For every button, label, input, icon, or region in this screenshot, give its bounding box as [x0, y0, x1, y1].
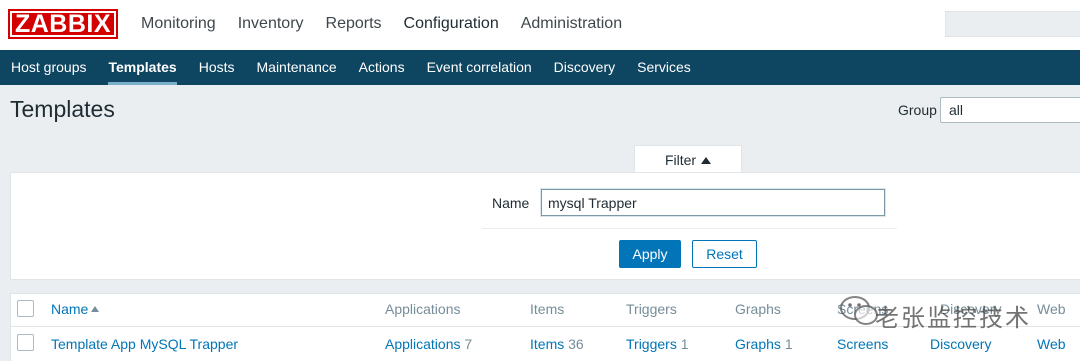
items-count: 36: [568, 336, 584, 352]
discovery-link[interactable]: Discovery: [930, 336, 991, 352]
subnav-discovery[interactable]: Discovery: [543, 50, 626, 85]
filter-tab[interactable]: Filter: [634, 145, 742, 174]
global-search-input[interactable]: [945, 11, 1080, 37]
menu-configuration[interactable]: Configuration: [392, 0, 510, 50]
select-all-checkbox[interactable]: [17, 300, 34, 317]
menu-administration[interactable]: Administration: [510, 0, 633, 50]
column-header-name[interactable]: Name: [51, 301, 100, 317]
page-title: Templates: [10, 96, 115, 122]
graphs-count: 1: [784, 336, 793, 352]
items-cell: Items 36: [530, 336, 584, 352]
graphs-cell: Graphs 1: [735, 336, 793, 352]
filter-divider: [482, 228, 897, 229]
main-menu: Monitoring Inventory Reports Configurati…: [130, 0, 633, 50]
top-header: ZABBIX Monitoring Inventory Reports Conf…: [0, 0, 1080, 50]
sub-navigation: Host groups Templates Hosts Maintenance …: [0, 50, 1080, 85]
collapse-arrow-icon: [701, 156, 712, 164]
menu-reports[interactable]: Reports: [315, 0, 393, 50]
items-link[interactable]: Items: [530, 336, 564, 352]
subnav-event-correlation[interactable]: Event correlation: [416, 50, 543, 85]
column-name-label: Name: [51, 301, 89, 317]
applications-count: 7: [464, 336, 473, 352]
subnav-hosts[interactable]: Hosts: [188, 50, 246, 85]
applications-cell: Applications 7: [385, 336, 472, 352]
column-header-web: Web: [1037, 301, 1066, 317]
filter-name-input[interactable]: [541, 189, 885, 216]
graphs-link[interactable]: Graphs: [735, 336, 781, 352]
triggers-cell: Triggers 1: [626, 336, 689, 352]
subnav-templates[interactable]: Templates: [97, 50, 187, 85]
column-header-items: Items: [530, 301, 565, 317]
reset-button[interactable]: Reset: [692, 240, 757, 268]
triggers-count: 1: [680, 336, 689, 352]
screens-link[interactable]: Screens: [837, 336, 888, 352]
sort-ascending-icon: [91, 306, 100, 312]
template-name-link[interactable]: Template App MySQL Trapper: [51, 336, 238, 352]
row-checkbox[interactable]: [17, 334, 34, 351]
filter-name-label: Name: [492, 195, 530, 211]
web-link[interactable]: Web: [1037, 336, 1066, 352]
apply-button[interactable]: Apply: [619, 240, 681, 268]
subnav-actions[interactable]: Actions: [348, 50, 416, 85]
menu-monitoring[interactable]: Monitoring: [130, 0, 227, 50]
triggers-link[interactable]: Triggers: [626, 336, 677, 352]
filter-tab-label: Filter: [664, 152, 697, 168]
menu-inventory[interactable]: Inventory: [227, 0, 315, 50]
watermark-text: 老张监控技术: [875, 304, 1031, 332]
column-header-triggers: Triggers: [626, 301, 677, 317]
group-select[interactable]: all: [940, 97, 1080, 123]
applications-link[interactable]: Applications: [385, 336, 461, 352]
subnav-host-groups[interactable]: Host groups: [0, 50, 97, 85]
group-label: Group: [898, 102, 937, 118]
subnav-maintenance[interactable]: Maintenance: [246, 50, 348, 85]
subnav-services[interactable]: Services: [626, 50, 702, 85]
zabbix-logo[interactable]: ZABBIX: [8, 9, 118, 39]
column-header-applications: Applications: [385, 301, 461, 317]
column-header-graphs: Graphs: [735, 301, 781, 317]
